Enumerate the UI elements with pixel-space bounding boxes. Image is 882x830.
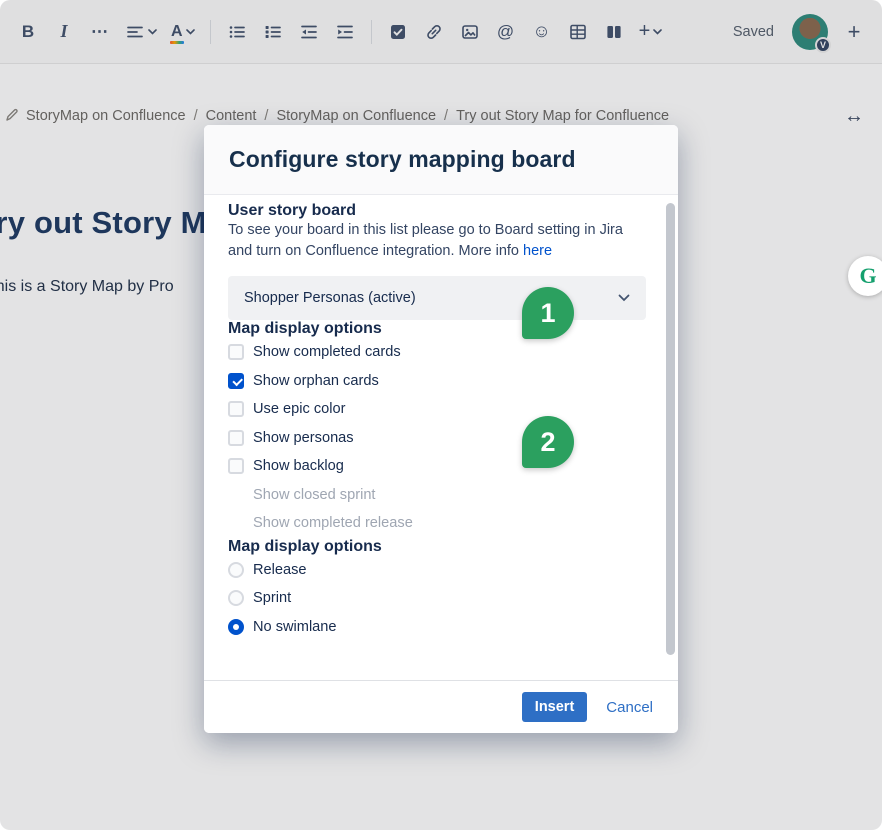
- disabled-option-label: Show completed release: [253, 515, 413, 531]
- user-story-board-heading: User story board: [228, 202, 646, 220]
- modal-title: Configure story mapping board: [229, 146, 576, 173]
- checkbox-label: Show personas: [253, 430, 354, 446]
- cancel-button[interactable]: Cancel: [606, 699, 653, 716]
- board-select[interactable]: Shopper Personas (active): [228, 276, 646, 320]
- scrollbar-thumb[interactable]: [666, 203, 675, 655]
- radio-row-sprint[interactable]: Sprint: [228, 584, 646, 613]
- radio-row-no-swimlane[interactable]: No swimlane: [228, 613, 646, 642]
- checkbox-label: Show backlog: [253, 458, 344, 474]
- radio-label: Sprint: [253, 590, 291, 606]
- radio-button[interactable]: [228, 562, 244, 578]
- checkbox-checked[interactable]: [228, 373, 244, 389]
- radio-button[interactable]: [228, 590, 244, 606]
- checkbox-row-completed-cards[interactable]: Show completed cards: [228, 338, 646, 367]
- board-description: To see your board in this list please go…: [228, 220, 646, 262]
- modal-footer: Insert Cancel: [204, 680, 678, 733]
- more-info-link[interactable]: here: [523, 243, 552, 259]
- radio-row-release[interactable]: Release: [228, 556, 646, 585]
- insert-button[interactable]: Insert: [522, 692, 588, 722]
- radio-label: Release: [253, 562, 307, 578]
- chevron-down-icon: [618, 290, 630, 306]
- radio-label: No swimlane: [253, 619, 337, 635]
- checkbox[interactable]: [228, 430, 244, 446]
- checkbox-label: Use epic color: [253, 401, 345, 417]
- radio-button-selected[interactable]: [228, 619, 244, 635]
- modal-header: Configure story mapping board: [204, 125, 678, 195]
- display-options-heading: Map display options: [228, 320, 646, 338]
- option-completed-release-disabled: Show completed release: [228, 509, 646, 538]
- checkbox-row-backlog[interactable]: Show backlog: [228, 452, 646, 481]
- checkbox[interactable]: [228, 458, 244, 474]
- modal-body: User story board To see your board in th…: [204, 196, 678, 680]
- checkbox[interactable]: [228, 401, 244, 417]
- configure-board-modal: Configure story mapping board User story…: [204, 125, 678, 733]
- disabled-option-label: Show closed sprint: [253, 487, 376, 503]
- board-select-value: Shopper Personas (active): [244, 290, 416, 306]
- app-window: B I ⋯ A @ ☺ + Saved V: [0, 0, 882, 830]
- step-badge-1: 1: [522, 287, 574, 339]
- checkbox-row-orphan-cards[interactable]: Show orphan cards: [228, 367, 646, 396]
- swimlane-options-heading: Map display options: [228, 538, 646, 556]
- board-description-text: To see your board in this list please go…: [228, 222, 623, 259]
- checkbox-label: Show orphan cards: [253, 373, 379, 389]
- checkbox-label: Show completed cards: [253, 344, 401, 360]
- checkbox[interactable]: [228, 344, 244, 360]
- option-closed-sprint-disabled: Show closed sprint: [228, 481, 646, 510]
- checkbox-row-personas[interactable]: Show personas: [228, 424, 646, 453]
- modal-scrollbar[interactable]: [665, 201, 675, 673]
- grammarly-icon[interactable]: G: [848, 256, 882, 296]
- step-badge-2: 2: [522, 416, 574, 468]
- checkbox-row-epic-color[interactable]: Use epic color: [228, 395, 646, 424]
